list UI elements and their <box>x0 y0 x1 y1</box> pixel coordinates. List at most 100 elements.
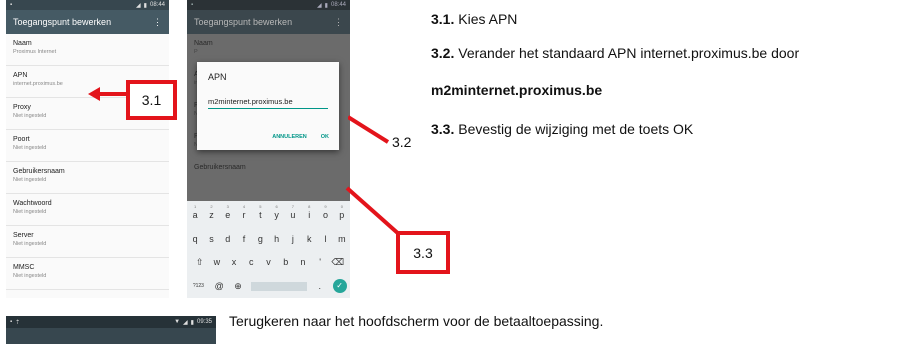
page-title: Toegangspunt bewerken <box>194 17 293 27</box>
key-b[interactable]: b <box>280 257 292 268</box>
setting-title: Wachtwoord <box>13 200 52 207</box>
setting-row-mmsc[interactable]: MMSC Niet ingesteld <box>6 258 169 290</box>
setting-title: Poort <box>13 136 30 143</box>
step-number: 3.3. <box>431 121 455 137</box>
key-j[interactable]: j <box>287 234 299 244</box>
key-f[interactable]: f <box>238 234 250 244</box>
battery-icon: ▮ <box>143 2 147 9</box>
setting-value: Niet ingesteld <box>13 145 47 151</box>
key-o[interactable]: o <box>320 210 332 220</box>
setting-value: Niet ingesteld <box>13 241 47 247</box>
dimmed-setting-row: Naam P <box>187 34 350 65</box>
callout-label: 3.3 <box>413 244 433 261</box>
shift-icon[interactable]: ⇧ <box>194 257 206 268</box>
symbols-key[interactable]: ?123 <box>190 283 206 289</box>
key-i[interactable]: i <box>303 210 315 220</box>
ok-button[interactable]: OK <box>321 134 329 140</box>
key-8[interactable]: 8 <box>303 204 315 209</box>
setting-value: Proximus Internet <box>13 49 57 55</box>
status-bar: ▪ ⇡ ▼ ◢ ▮ 09:35 <box>6 316 216 328</box>
key-g[interactable]: g <box>254 234 266 244</box>
setting-row-gebruikersnaam[interactable]: Gebruikersnaam Niet ingesteld <box>6 162 169 194</box>
app-bar: Toegangspunt bewerken ⋮ <box>6 10 169 34</box>
key-u[interactable]: u <box>287 210 299 220</box>
status-time: 08:44 <box>330 2 346 8</box>
key-1[interactable]: 1 <box>189 204 201 209</box>
signal-icon: ◢ <box>136 2 141 9</box>
setting-row-wachtwoord[interactable]: Wachtwoord Niet ingesteld <box>6 194 169 226</box>
dimmed-setting-row: Gebruikersnaam <box>187 158 350 189</box>
key-s[interactable]: s <box>205 234 217 244</box>
page-title: Toegangspunt bewerken <box>13 17 112 27</box>
notification-icon: ▪ <box>10 2 13 8</box>
upload-icon: ⇡ <box>15 319 21 326</box>
setting-title: APN <box>13 72 28 79</box>
key-w[interactable]: w <box>211 257 223 268</box>
key-5[interactable]: 5 <box>254 204 266 209</box>
signal-icon: ◢ <box>317 2 322 9</box>
space-key[interactable] <box>250 281 307 291</box>
key-q[interactable]: q <box>189 234 201 244</box>
status-bar: ▪ ◢ ▮ 08:44 <box>187 0 350 10</box>
callout-3-1: 3.1 <box>126 80 177 120</box>
step-text: Kies APN <box>454 11 518 27</box>
instruction-step-3: 3.3. Bevestig de wijziging met de toets … <box>431 121 693 137</box>
setting-title: Server <box>13 232 34 239</box>
key-t[interactable]: t <box>254 210 266 220</box>
instruction-step-1: 3.1. Kies APN <box>431 11 517 27</box>
key-x[interactable]: x <box>228 257 240 268</box>
key-l[interactable]: l <box>320 234 332 244</box>
new-apn-value: m2minternet.proximus.be <box>431 82 603 98</box>
step-number: 3.1. <box>431 11 455 27</box>
setting-title: MMSC <box>13 264 35 271</box>
key-4[interactable]: 4 <box>238 204 250 209</box>
battery-icon: ▮ <box>190 319 194 326</box>
setting-row-poort[interactable]: Poort Niet ingesteld <box>6 130 169 162</box>
step-text: Bevestig de wijziging met de toets OK <box>454 121 694 137</box>
setting-value: Niet ingesteld <box>13 273 47 279</box>
setting-row-server[interactable]: Server Niet ingesteld <box>6 226 169 258</box>
phone-screenshot-home: ▪ ⇡ ▼ ◢ ▮ 09:35 <box>6 316 216 344</box>
globe-icon[interactable]: ⊕ <box>232 281 244 292</box>
key-6[interactable]: 6 <box>271 204 283 209</box>
setting-title: Gebruikersnaam <box>194 164 246 171</box>
key-3[interactable]: 3 <box>222 204 234 209</box>
key-r[interactable]: r <box>238 210 250 220</box>
step-text: Verander het standaard APN internet.prox… <box>454 45 800 61</box>
key-c[interactable]: c <box>245 257 257 268</box>
key-y[interactable]: y <box>271 210 283 220</box>
key-9[interactable]: 9 <box>320 204 332 209</box>
phone-screenshot-apn-dialog: ▪ ◢ ▮ 08:44 Toegangspunt bewerken ⋮ Naam… <box>187 0 350 298</box>
key-z[interactable]: z <box>205 210 217 220</box>
notification-icon: ▪ <box>191 2 194 8</box>
signal-icon: ◢ <box>183 319 188 326</box>
key-d[interactable]: d <box>222 234 234 244</box>
enter-key[interactable]: ✓ <box>332 279 347 293</box>
key-apostrophe[interactable]: ' <box>314 257 326 268</box>
key-e[interactable]: e <box>222 210 234 220</box>
arrow-to-apn-icon <box>88 87 128 101</box>
wifi-icon: ▼ <box>174 319 181 325</box>
callout-3-3: 3.3 <box>396 231 450 274</box>
key-v[interactable]: v <box>262 257 274 268</box>
status-bar: ▪ ◢ ▮ 08:44 <box>6 0 169 10</box>
app-bar-dimmed: Toegangspunt bewerken ⋮ <box>187 10 350 34</box>
key-2[interactable]: 2 <box>205 204 217 209</box>
apn-input[interactable]: m2minternet.proximus.be <box>208 97 328 109</box>
key-k[interactable]: k <box>303 234 315 244</box>
key-h[interactable]: h <box>271 234 283 244</box>
callout-3-2-line-icon <box>348 115 390 144</box>
more-vert-icon: ⋮ <box>334 16 343 27</box>
battery-icon: ▮ <box>324 2 328 9</box>
at-key[interactable]: @ <box>213 281 225 291</box>
period-key[interactable]: . <box>314 281 326 291</box>
setting-row-naam[interactable]: Naam Proximus Internet <box>6 34 169 66</box>
more-vert-icon[interactable]: ⋮ <box>153 17 162 28</box>
key-7[interactable]: 7 <box>287 204 299 209</box>
phone-screenshot-apn-settings: ▪ ◢ ▮ 08:44 Toegangspunt bewerken ⋮ Naam… <box>6 0 169 298</box>
cancel-button[interactable]: ANNULEREN <box>272 134 307 140</box>
key-a[interactable]: a <box>189 210 201 220</box>
apn-settings-list: Naam Proximus Internet APN internet.proximu… <box>6 34 169 290</box>
key-n[interactable]: n <box>297 257 309 268</box>
backspace-icon[interactable]: ⌫ <box>331 257 344 268</box>
